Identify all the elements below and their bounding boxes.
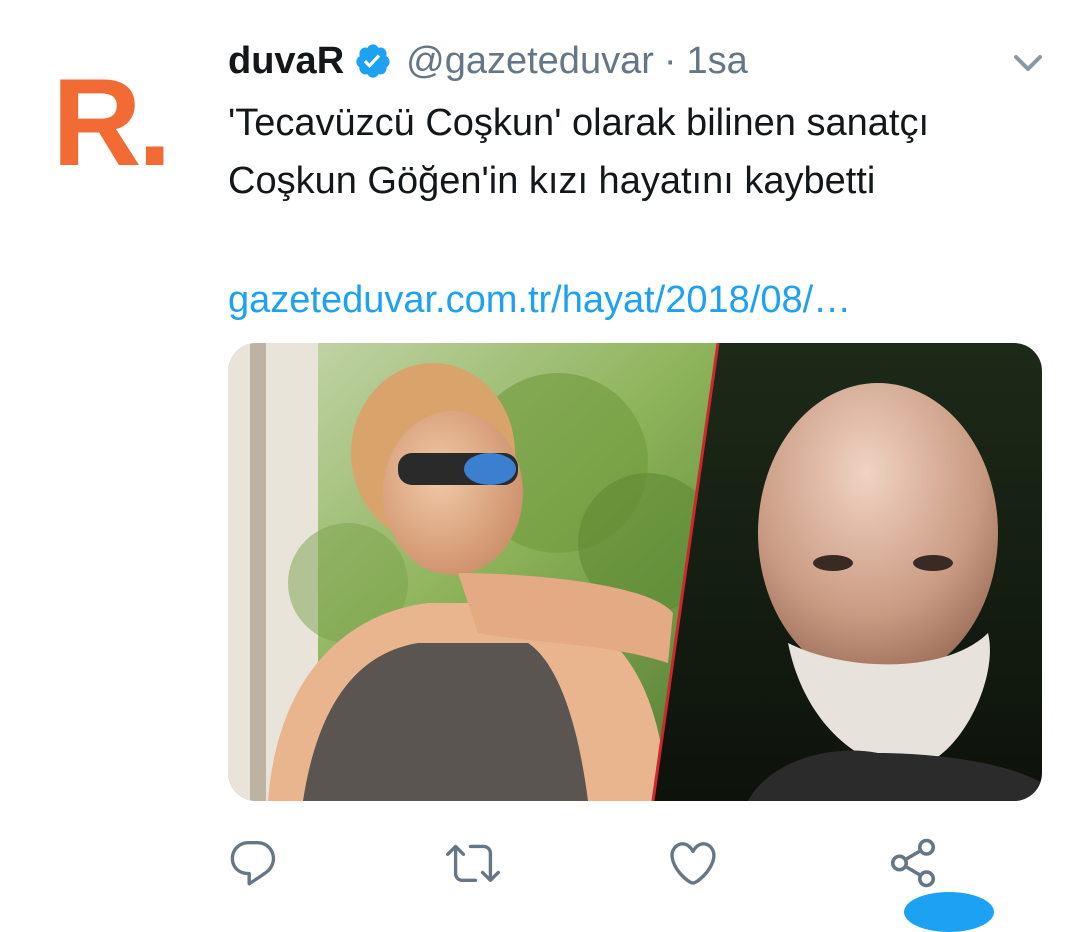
tweet-header: duvaR @gazeteduvar · 1sa [228,36,748,86]
author-name[interactable]: duvaR [228,40,344,83]
chevron-down-icon[interactable] [1008,48,1048,78]
heart-icon[interactable] [666,836,720,890]
timestamp[interactable]: 1sa [687,40,748,83]
action-bar [0,830,1078,894]
media-photo [228,343,1042,801]
verified-badge-icon [354,42,392,80]
header-separator: · [663,39,677,82]
tweet-link[interactable]: gazeteduvar.com.tr/hayat/2018/08/… [228,274,851,326]
retweet-icon[interactable] [446,836,500,890]
reply-icon[interactable] [226,836,280,890]
compose-button[interactable] [904,892,994,932]
share-icon[interactable] [886,836,940,890]
avatar[interactable]: R. [30,38,200,208]
author-handle[interactable]: @gazeteduvar [406,40,654,83]
avatar-logo: R. [52,54,172,192]
tweet-media[interactable] [228,343,1042,801]
tweet-text: 'Tecavüzcü Coşkun' olarak bilinen sanatç… [228,102,929,202]
